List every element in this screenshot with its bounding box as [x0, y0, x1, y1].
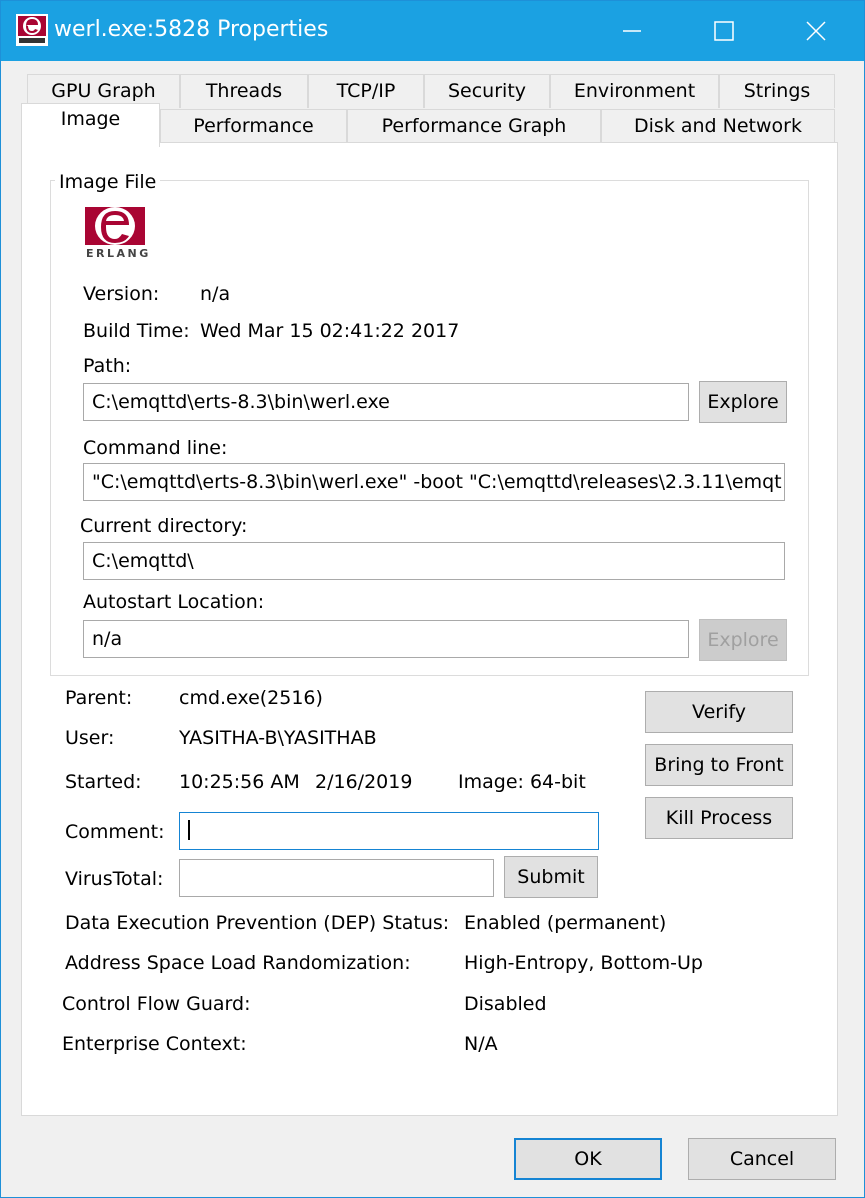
cancel-button[interactable]: Cancel	[688, 1138, 836, 1180]
user-value: YASITHA-B\YASITHAB	[179, 727, 377, 749]
aslr-label: Address Space Load Randomization:	[65, 952, 411, 974]
started-time: 10:25:56 AM	[179, 771, 300, 793]
aslr-value: High-Entropy, Bottom-Up	[464, 952, 703, 974]
build-time-value: Wed Mar 15 02:41:22 2017	[200, 320, 460, 342]
tab-strings[interactable]: Strings	[719, 74, 835, 108]
version-value: n/a	[200, 283, 231, 305]
bring-to-front-button[interactable]: Bring to Front	[645, 744, 793, 786]
user-label: User:	[65, 727, 115, 749]
command-line-field[interactable]: "C:\emqttd\erts-8.3\bin\werl.exe" -boot …	[83, 463, 785, 501]
comment-label: Comment:	[65, 821, 165, 843]
tab-threads[interactable]: Threads	[180, 74, 308, 108]
parent-label: Parent:	[65, 687, 133, 709]
minimize-button[interactable]	[586, 1, 678, 61]
close-button[interactable]	[770, 1, 862, 61]
maximize-button[interactable]	[678, 1, 770, 61]
tab-image[interactable]: Image	[21, 103, 160, 147]
path-field[interactable]: C:\emqttd\erts-8.3\bin\werl.exe	[83, 383, 689, 421]
kill-process-button[interactable]: Kill Process	[645, 797, 793, 839]
started-label: Started:	[65, 771, 142, 793]
title-bar[interactable]: werl.exe:5828 Properties	[1, 1, 864, 61]
minimize-icon	[623, 30, 641, 32]
window-title: werl.exe:5828 Properties	[54, 17, 329, 42]
enterprise-context-label: Enterprise Context:	[62, 1033, 247, 1055]
tab-tcpip[interactable]: TCP/IP	[308, 74, 424, 108]
dep-status-value: Enabled (permanent)	[464, 912, 667, 934]
path-label: Path:	[83, 355, 132, 377]
image-file-group-title: Image File	[55, 171, 161, 193]
erlang-logo: ERLANG	[85, 207, 148, 261]
erlang-app-icon	[16, 14, 48, 46]
verify-button[interactable]: Verify	[645, 691, 793, 733]
explore-path-button[interactable]: Explore	[699, 381, 787, 423]
ok-button[interactable]: OK	[514, 1138, 662, 1180]
tab-disk-and-network[interactable]: Disk and Network	[601, 109, 835, 143]
version-label: Version:	[83, 283, 160, 305]
properties-window: werl.exe:5828 Properties GPU Graph Threa…	[0, 0, 865, 1198]
current-directory-field[interactable]: C:\emqttd\	[83, 542, 785, 580]
submit-button[interactable]: Submit	[504, 856, 598, 898]
parent-value: cmd.exe(2516)	[179, 687, 323, 709]
current-directory-label: Current directory:	[80, 515, 248, 537]
close-icon	[806, 21, 826, 41]
explore-autostart-button[interactable]: Explore	[699, 619, 787, 661]
control-flow-guard-label: Control Flow Guard:	[62, 993, 251, 1015]
tab-performance-graph[interactable]: Performance Graph	[347, 109, 601, 143]
maximize-icon	[714, 21, 734, 41]
tab-security[interactable]: Security	[424, 74, 550, 108]
started-date: 2/16/2019	[315, 771, 413, 793]
autostart-location-field[interactable]: n/a	[83, 620, 689, 658]
control-flow-guard-value: Disabled	[464, 993, 547, 1015]
command-line-label: Command line:	[83, 437, 228, 459]
tab-performance[interactable]: Performance	[160, 109, 347, 143]
build-time-label: Build Time:	[83, 320, 190, 342]
tab-environment[interactable]: Environment	[550, 74, 719, 108]
virustotal-field[interactable]	[179, 859, 494, 897]
virustotal-label: VirusTotal:	[65, 868, 164, 890]
enterprise-context-value: N/A	[464, 1033, 498, 1055]
text-caret	[188, 820, 190, 840]
autostart-location-label: Autostart Location:	[83, 591, 265, 613]
comment-input[interactable]	[179, 812, 599, 850]
dep-status-label: Data Execution Prevention (DEP) Status:	[65, 912, 450, 934]
image-bitness: Image: 64-bit	[458, 771, 586, 793]
erlang-logo-text: ERLANG	[86, 247, 151, 260]
